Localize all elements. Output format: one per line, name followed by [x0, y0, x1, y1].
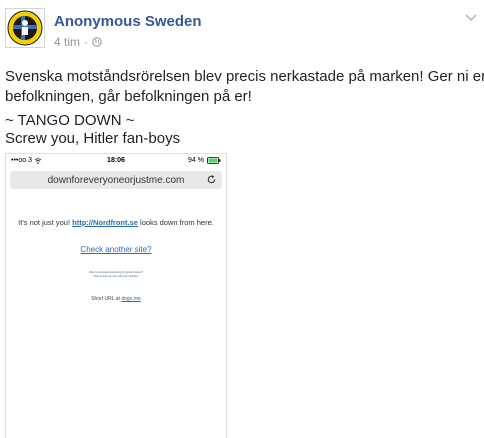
page-name-link[interactable]: Anonymous Sweden — [54, 13, 202, 30]
meta-separator: · — [84, 35, 89, 49]
post-text-line-2: befolkningen, går befolkningen på er! — [5, 88, 252, 105]
chevron-down-icon[interactable] — [464, 12, 478, 22]
battery-percent: 94 % — [188, 157, 204, 164]
reload-icon — [207, 174, 216, 184]
fine-print-line-2: Want to find out more with free visibili… — [93, 274, 139, 278]
battery-icon — [207, 157, 221, 164]
post-meta: 4 tim · — [54, 35, 102, 49]
post-text-line-1: Svenska motståndsrörelsen blev precis ne… — [5, 68, 484, 85]
fine-print: Want to download something for global in… — [6, 271, 226, 278]
site-link: http://Nordfront.se — [72, 218, 138, 227]
msg-suffix: looks down from here. — [140, 218, 214, 227]
short-url: Short URL at dogo.me — [6, 296, 226, 302]
facebook-post: Anonymous Sweden 4 tim · Svenska motstån… — [0, 0, 484, 438]
anonymous-logo-icon — [7, 10, 43, 46]
post-text-line-4: Screw you, Hitler fan-boys — [5, 130, 181, 147]
short-url-link: dogo.me — [121, 296, 141, 302]
browser-url-bar: downforeveryoneorjustme.com — [10, 171, 222, 189]
globe-icon[interactable] — [92, 37, 102, 47]
status-message: It's not just you! http://Nordfront.se l… — [6, 218, 226, 228]
post-text-line-3: ~ TANGO DOWN ~ — [5, 112, 135, 129]
phone-status-bar: •••oo 3 18:06 94 % — [6, 154, 226, 168]
page-avatar[interactable] — [5, 8, 45, 48]
msg-prefix: It's not just you! — [18, 218, 71, 227]
attached-screenshot-image[interactable]: •••oo 3 18:06 94 % downforeveryoneorjust… — [5, 153, 227, 438]
url-text: downforeveryoneorjustme.com — [47, 174, 185, 186]
post-timestamp[interactable]: 4 tim — [54, 35, 80, 49]
check-another-site-link: Check another site? — [80, 245, 152, 254]
short-url-label: Short URL at — [91, 296, 120, 302]
